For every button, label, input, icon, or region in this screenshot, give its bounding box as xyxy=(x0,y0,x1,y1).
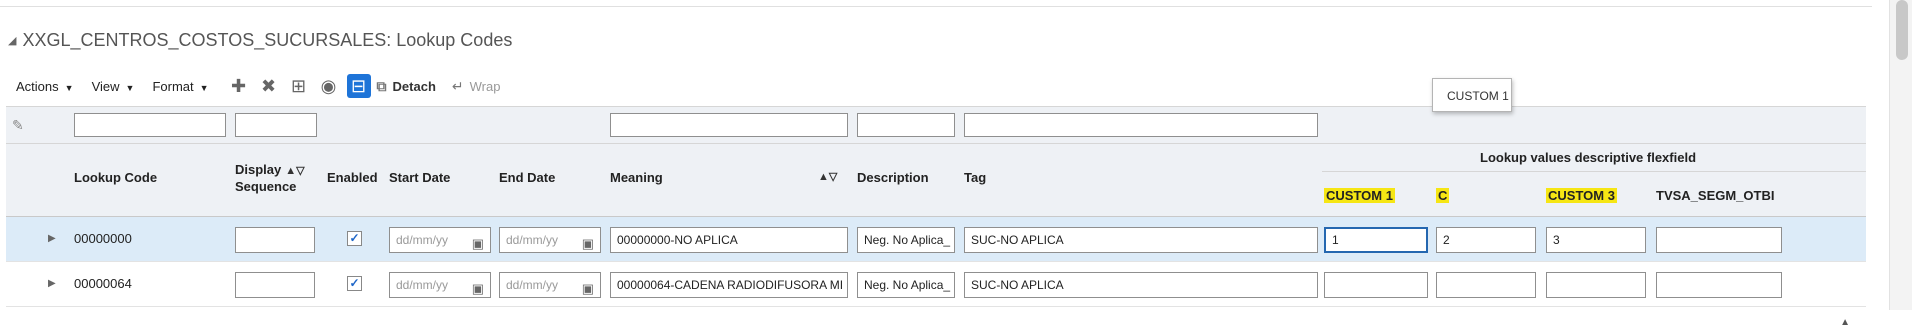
chevron-down-icon: ▼ xyxy=(199,82,209,93)
enabled-checkbox[interactable]: ✓ xyxy=(347,231,362,246)
custom3-input[interactable]: 3 xyxy=(1546,227,1646,253)
header-start-date[interactable]: Start Date xyxy=(389,170,450,185)
lookup-codes-table: ✎ Lookup Code Display ▲▽ Sequence Enabled… xyxy=(6,106,1866,328)
filter-tag[interactable] xyxy=(964,113,1318,137)
header-display-sequence[interactable]: Display ▲▽ Sequence xyxy=(235,162,305,194)
meaning-input[interactable]: 00000064-CADENA RADIODIFUSORA MI xyxy=(610,272,848,298)
custom1-input[interactable] xyxy=(1324,272,1428,298)
start-date-input[interactable]: dd/mm/yy ▣ xyxy=(389,272,491,298)
header-flexfield-group: Lookup values descriptive flexfield xyxy=(1480,150,1697,165)
enabled-checkbox[interactable]: ✓ xyxy=(347,276,362,291)
tvsa-segm-otbi-input[interactable] xyxy=(1656,227,1782,253)
panel-title: ◢ XXGL_CENTROS_COSTOS_SUCURSALES: Lookup … xyxy=(8,30,513,50)
tvsa-segm-otbi-input[interactable] xyxy=(1656,272,1782,298)
header-end-date[interactable]: End Date xyxy=(499,170,555,185)
end-date-input[interactable]: dd/mm/yy ▣ xyxy=(499,227,601,253)
display-sequence-input[interactable] xyxy=(235,272,315,298)
chevron-down-icon: ▼ xyxy=(125,82,135,93)
sort-icon[interactable]: ▲▽ xyxy=(285,165,304,177)
view-menu[interactable]: View ▼ xyxy=(92,79,135,94)
calendar-icon[interactable]: ▣ xyxy=(582,232,594,252)
tag-input[interactable]: SUC-NO APLICA xyxy=(964,272,1318,298)
header-custom2[interactable]: C xyxy=(1436,188,1450,203)
wrap-icon: ↵ xyxy=(451,77,464,94)
detach-icon: ⧉ xyxy=(376,77,387,94)
header-custom1[interactable]: CUSTOM 1 xyxy=(1324,188,1395,203)
page-scrollbar-thumb[interactable] xyxy=(1896,0,1908,60)
meaning-input[interactable]: 00000000-NO APLICA xyxy=(610,227,848,253)
lookup-code-value: 00000000 xyxy=(74,231,132,246)
filter-row: ✎ xyxy=(6,107,1866,144)
pencil-icon: ✎ xyxy=(12,117,24,133)
header-description[interactable]: Description xyxy=(857,170,929,185)
top-divider xyxy=(0,0,1872,7)
page-scrollbar[interactable] xyxy=(1889,0,1912,310)
custom2-input[interactable]: 2 xyxy=(1436,227,1536,253)
header-tvsa-segm-otbi[interactable]: TVSA_SEGM_OTBI xyxy=(1656,188,1774,203)
delete-icon[interactable]: ✖ xyxy=(257,74,281,98)
globe-icon[interactable]: ◉ xyxy=(317,74,341,98)
custom1-input[interactable]: 1 xyxy=(1324,227,1428,253)
description-input[interactable]: Neg. No Aplica_ xyxy=(857,272,955,298)
header-tag[interactable]: Tag xyxy=(964,170,986,185)
disclosure-triangle-icon[interactable]: ▶ xyxy=(48,233,56,244)
custom2-input[interactable] xyxy=(1436,272,1536,298)
format-menu[interactable]: Format ▼ xyxy=(152,79,208,94)
disclosure-triangle-icon[interactable]: ▶ xyxy=(48,278,56,289)
custom1-tooltip: CUSTOM 1 xyxy=(1432,78,1512,112)
filter-description[interactable] xyxy=(857,113,955,137)
query-by-example-icon[interactable]: ⊟ xyxy=(346,74,371,98)
actions-menu[interactable]: Actions ▼ xyxy=(16,79,74,94)
header-meaning[interactable]: Meaning xyxy=(610,170,663,185)
toolbar: Actions ▼ View ▼ Format ▼ ✚ ✖ ⊞ ◉ ⊟ ⧉ Detach… xyxy=(16,72,516,100)
table-row[interactable] xyxy=(6,307,1866,317)
display-sequence-input[interactable] xyxy=(235,227,315,253)
calendar-icon[interactable]: ▣ xyxy=(472,277,484,297)
start-date-input[interactable]: dd/mm/yy ▣ xyxy=(389,227,491,253)
add-icon[interactable]: ✚ xyxy=(227,74,251,98)
filter-display-sequence[interactable] xyxy=(235,113,317,137)
collapse-triangle-icon[interactable]: ◢ xyxy=(8,35,16,47)
description-input[interactable]: Neg. No Aplica_ xyxy=(857,227,955,253)
end-date-input[interactable]: dd/mm/yy ▣ xyxy=(499,272,601,298)
wrap-button: ↵ Wrap xyxy=(451,77,501,94)
sort-icon[interactable]: ▲▽ xyxy=(818,170,837,185)
filter-meaning[interactable] xyxy=(610,113,848,137)
table-row[interactable]: ▶ 00000064 ✓ dd/mm/yy ▣ dd/mm/yy ▣ 0000006… xyxy=(6,262,1866,307)
tag-input[interactable]: SUC-NO APLICA xyxy=(964,227,1318,253)
calendar-icon[interactable]: ▣ xyxy=(472,232,484,252)
table-scroll-up-icon[interactable]: ▲ xyxy=(1840,317,1850,328)
chevron-down-icon: ▼ xyxy=(64,82,74,93)
group-divider xyxy=(1322,171,1866,172)
freeze-icon[interactable]: ⊞ xyxy=(287,74,311,98)
header-enabled[interactable]: Enabled xyxy=(327,170,378,185)
header-custom3[interactable]: CUSTOM 3 xyxy=(1546,188,1617,203)
custom3-input[interactable] xyxy=(1546,272,1646,298)
detach-button[interactable]: ⧉ Detach xyxy=(377,78,436,95)
calendar-icon[interactable]: ▣ xyxy=(582,277,594,297)
header-lookup-code[interactable]: Lookup Code xyxy=(74,170,157,185)
table-row[interactable]: ▶ 00000000 ✓ dd/mm/yy ▣ dd/mm/yy ▣ 0000000… xyxy=(6,217,1866,262)
filter-lookup-code[interactable] xyxy=(74,113,226,137)
column-header-row: Lookup Code Display ▲▽ Sequence Enabled S… xyxy=(6,144,1866,217)
lookup-code-value: 00000064 xyxy=(74,276,132,291)
